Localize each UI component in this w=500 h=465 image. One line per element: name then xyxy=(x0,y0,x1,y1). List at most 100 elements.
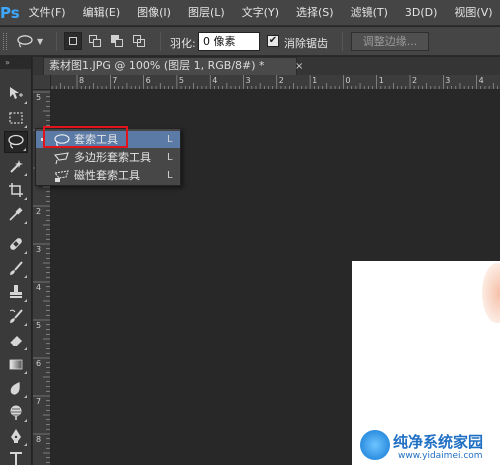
rectangular-marquee-icon xyxy=(9,112,23,124)
stamp-icon xyxy=(10,285,22,298)
blur-drop-icon xyxy=(10,381,20,395)
add-to-selection-button[interactable] xyxy=(86,32,104,50)
subtract-from-selection-button[interactable] xyxy=(108,32,126,50)
flyout-item-label: 磁性套索工具 xyxy=(74,169,140,182)
intersect-selection-button[interactable] xyxy=(130,32,148,50)
close-icon[interactable]: × xyxy=(295,59,303,75)
ruler-number: 6 xyxy=(36,359,42,368)
marquee-tool[interactable] xyxy=(4,107,28,129)
anti-alias-checkbox[interactable]: ✔ xyxy=(267,35,279,47)
gradient-tool[interactable] xyxy=(4,353,28,375)
bandage-icon xyxy=(10,238,22,250)
document-tab[interactable]: 素材图1.JPG @ 100% (图层 1, RGB/8#) * × xyxy=(43,57,303,75)
move-icon xyxy=(10,87,23,99)
brush-icon xyxy=(10,261,23,275)
watermark-logo xyxy=(360,430,390,460)
ruler-number: 6 xyxy=(145,76,151,85)
horizontal-ruler-ticks xyxy=(51,75,498,89)
eyedropper-tool[interactable] xyxy=(4,203,28,225)
new-selection-button[interactable] xyxy=(64,32,82,50)
divider xyxy=(160,32,161,51)
lasso-tool[interactable] xyxy=(4,131,28,153)
ruler-number: 2 xyxy=(412,76,418,85)
ruler-number: 8 xyxy=(79,76,85,85)
eraser-tool[interactable] xyxy=(4,329,28,351)
feather-label: 羽化: xyxy=(170,37,196,50)
healing-brush-tool[interactable] xyxy=(4,233,28,255)
ruler-number: 7 xyxy=(112,76,118,85)
divider xyxy=(342,32,343,51)
ruler-number: 1 xyxy=(378,76,384,85)
flyout-item-shortcut: L xyxy=(167,170,173,181)
watermark: 纯净系统家园 www.yidaimei.com xyxy=(360,429,500,465)
flyout-item-magnetic-lasso[interactable]: 磁性套索工具 L xyxy=(36,167,180,184)
menu-filter[interactable]: 滤镜(T) xyxy=(342,0,396,26)
pen-tool[interactable] xyxy=(4,425,28,447)
lasso-icon xyxy=(17,35,33,48)
tools-panel: » xyxy=(0,57,32,465)
dodge-icon xyxy=(10,405,22,420)
type-tool[interactable] xyxy=(4,447,28,465)
menu-image[interactable]: 图像(I) xyxy=(128,0,179,26)
ruler-number: 2 xyxy=(278,76,284,85)
flyout-item-shortcut: L xyxy=(167,152,173,163)
flyout-item-polygonal-lasso[interactable]: 多边形套索工具 L xyxy=(36,149,180,166)
chevron-down-icon: ▼ xyxy=(37,36,44,46)
ruler-number: 7 xyxy=(36,397,42,406)
history-brush-icon xyxy=(9,309,23,323)
magic-wand-icon xyxy=(10,160,23,173)
feather-input[interactable]: 0 像素 xyxy=(198,32,260,51)
ruler-number: 4 xyxy=(36,283,42,292)
magic-wand-tool[interactable] xyxy=(4,155,28,177)
eyedropper-icon xyxy=(9,207,23,221)
ruler-number: 1 xyxy=(312,76,318,85)
ruler-number: 4 xyxy=(212,76,218,85)
menu-select[interactable]: 选择(S) xyxy=(287,0,342,26)
dodge-tool[interactable] xyxy=(4,401,28,423)
ruler-number: 3 xyxy=(245,76,251,85)
watermark-title: 纯净系统家园 xyxy=(393,433,484,451)
flyout-item-label: 多边形套索工具 xyxy=(74,151,151,164)
type-icon xyxy=(10,452,22,465)
gradient-icon xyxy=(9,359,23,370)
options-bar: ▼ 羽化: 0 像素 ✔ 消除锯齿 调整边缘... xyxy=(0,27,500,56)
photoshop-logo: Ps xyxy=(0,3,20,22)
pen-icon xyxy=(11,429,21,443)
ruler-number: 5 xyxy=(36,321,42,330)
refine-edge-button[interactable]: 调整边缘... xyxy=(351,32,429,51)
polygonal-lasso-icon xyxy=(53,150,71,165)
options-bar-grip[interactable] xyxy=(3,33,7,50)
move-tool[interactable] xyxy=(4,83,28,105)
flyout-item-shortcut: L xyxy=(167,134,173,145)
menu-type[interactable]: 文字(Y) xyxy=(233,0,287,26)
history-brush-tool[interactable] xyxy=(4,305,28,327)
highlight-annotation xyxy=(43,126,128,148)
menu-layer[interactable]: 图层(L) xyxy=(179,0,233,26)
collapse-panel-icon[interactable]: » xyxy=(0,57,31,69)
clone-stamp-tool[interactable] xyxy=(4,281,28,303)
horizontal-ruler[interactable]: 87654321012345 xyxy=(51,75,500,90)
document-tabs: 素材图1.JPG @ 100% (图层 1, RGB/8#) * × xyxy=(33,57,500,75)
brush-tool[interactable] xyxy=(4,257,28,279)
tool-preset-picker[interactable]: ▼ xyxy=(16,31,50,51)
crop-icon xyxy=(9,183,23,197)
ruler-origin[interactable] xyxy=(33,75,51,90)
ruler-number: 5 xyxy=(178,76,184,85)
menu-view[interactable]: 视图(V) xyxy=(445,0,500,26)
menu-bar: Ps 文件(F) 编辑(E) 图像(I) 图层(L) 文字(Y) 选择(S) 滤… xyxy=(0,0,500,26)
divider xyxy=(56,32,57,51)
ruler-number: 4 xyxy=(478,76,484,85)
menu-file[interactable]: 文件(F) xyxy=(20,0,74,26)
menu-edit[interactable]: 编辑(E) xyxy=(74,0,129,26)
ruler-number: 5 xyxy=(36,93,42,102)
ruler-number: 0 xyxy=(345,76,351,85)
magnetic-lasso-icon xyxy=(53,168,71,183)
menu-3d[interactable]: 3D(D) xyxy=(396,0,446,26)
ruler-number: 3 xyxy=(445,76,451,85)
document-tab-title: 素材图1.JPG @ 100% (图层 1, RGB/8#) * xyxy=(49,59,265,72)
crop-tool[interactable] xyxy=(4,179,28,201)
blur-tool[interactable] xyxy=(4,377,28,399)
new-selection-icon xyxy=(69,37,77,45)
anti-alias-label: 消除锯齿 xyxy=(284,37,328,50)
ruler-number: 2 xyxy=(36,207,42,216)
